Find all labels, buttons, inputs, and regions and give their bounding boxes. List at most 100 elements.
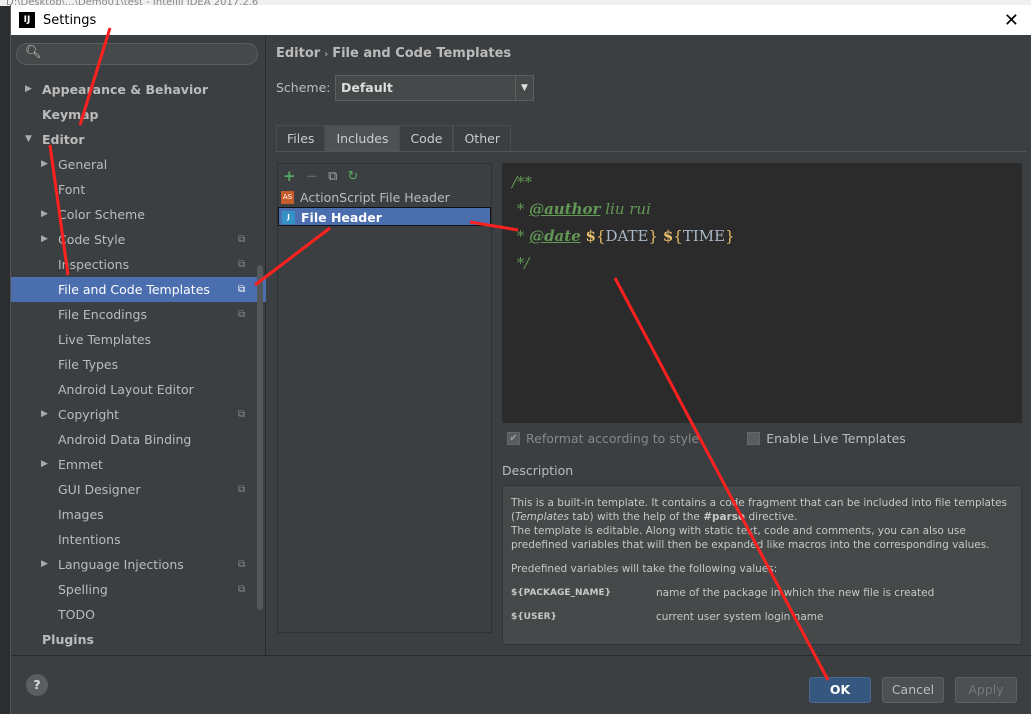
project-scope-icon: ⧉ xyxy=(238,284,246,295)
dialog-footer: ? OK Cancel Apply xyxy=(11,655,1031,714)
sidebar-item-android-data-binding[interactable]: Android Data Binding xyxy=(11,427,266,452)
collapsed-arrow-icon[interactable]: ▶ xyxy=(25,77,32,102)
sidebar-item-android-layout-editor[interactable]: Android Layout Editor xyxy=(11,377,266,402)
breadcrumb-item: File and Code Templates xyxy=(332,46,512,61)
apply-button[interactable]: Apply xyxy=(955,677,1017,703)
sidebar-item-label: TODO xyxy=(58,607,95,622)
sidebar-item-emmet[interactable]: ▶ Emmet xyxy=(11,452,266,477)
collapsed-arrow-icon[interactable]: ▶ xyxy=(41,227,48,252)
sidebar-item-general[interactable]: ▶ General xyxy=(11,152,266,177)
cancel-button[interactable]: Cancel xyxy=(882,677,944,703)
sidebar-item-label: General xyxy=(58,157,108,172)
chevron-down-icon: ▼ xyxy=(515,76,533,100)
title-bar: IJ Settings ✕ xyxy=(11,5,1031,35)
variable-row: ${PACKAGE_NAME} name of the package in wh… xyxy=(511,587,935,599)
collapsed-arrow-icon[interactable]: ▶ xyxy=(41,152,48,177)
expanded-arrow-icon[interactable]: ▼ xyxy=(25,127,32,152)
variable-row: ${USER} current user system login name xyxy=(511,611,824,623)
copy-icon[interactable]: ⧉ xyxy=(328,169,337,184)
sidebar-item-todo[interactable]: TODO xyxy=(11,602,266,627)
template-tabs: Files Includes Code Other xyxy=(276,125,1026,152)
sidebar-item-label: Copyright xyxy=(58,407,120,422)
tab-other[interactable]: Other xyxy=(453,125,511,151)
project-scope-icon: ⧉ xyxy=(238,484,246,495)
sidebar-item-plugins[interactable]: Plugins xyxy=(11,627,266,652)
sidebar-item-live-templates[interactable]: Live Templates xyxy=(11,327,266,352)
template-item-file-header[interactable]: J File Header xyxy=(278,207,491,226)
main-panel: Editor › File and Code Templates Scheme: D… xyxy=(267,35,1031,655)
breadcrumb-item[interactable]: Editor xyxy=(276,46,320,61)
tab-code[interactable]: Code xyxy=(399,125,454,151)
sidebar-item-editor[interactable]: ▼ Editor xyxy=(11,127,266,152)
sidebar-item-label: File Encodings xyxy=(58,307,148,322)
sidebar-item-label: Android Layout Editor xyxy=(58,382,194,397)
close-button[interactable]: ✕ xyxy=(1004,10,1019,31)
template-list-panel: + − ⧉ ↻ AS ActionScript File Header J File… xyxy=(277,163,492,633)
project-scope-icon: ⧉ xyxy=(238,559,246,570)
checkbox-unchecked-icon xyxy=(747,432,761,445)
sidebar-item-label: File Types xyxy=(58,357,119,372)
help-button[interactable]: ? xyxy=(26,674,48,696)
sidebar-item-file-types[interactable]: File Types xyxy=(11,352,266,377)
collapsed-arrow-icon[interactable]: ▶ xyxy=(41,402,48,427)
sidebar-item-label: Color Scheme xyxy=(58,207,145,222)
settings-tree: ▶ Appearance & Behavior Keymap ▼ Editor ▶ Gene… xyxy=(11,77,266,652)
project-scope-icon: ⧉ xyxy=(238,584,246,595)
sidebar-item-font[interactable]: Font xyxy=(11,177,266,202)
sidebar-item-label: Spelling xyxy=(58,582,108,597)
ok-button[interactable]: OK xyxy=(809,677,871,703)
template-toolbar: + − ⧉ ↻ xyxy=(278,164,491,188)
template-item-actionscript-file-header[interactable]: AS ActionScript File Header xyxy=(278,188,491,207)
settings-dialog: IJ Settings ✕ 🔍︎ ▶ Appearance & Behavior K… xyxy=(10,5,1031,714)
sidebar-item-label: Images xyxy=(58,507,104,522)
collapsed-arrow-icon[interactable]: ▶ xyxy=(41,452,48,477)
sidebar-item-file-and-code-templates[interactable]: File and Code Templates ⧉ xyxy=(11,277,266,302)
sidebar-item-label: Inspections xyxy=(58,257,130,272)
project-scope-icon: ⧉ xyxy=(238,409,246,420)
breadcrumb: Editor › File and Code Templates xyxy=(276,46,512,61)
collapsed-arrow-icon[interactable]: ▶ xyxy=(41,552,48,577)
background-ide xyxy=(0,0,10,714)
settings-sidebar: 🔍︎ ▶ Appearance & Behavior Keymap ▼ Editor ▶ G… xyxy=(11,35,266,655)
sidebar-item-images[interactable]: Images xyxy=(11,502,266,527)
sidebar-item-label: Font xyxy=(58,182,86,197)
sidebar-item-label: Editor xyxy=(42,132,85,147)
sidebar-item-copyright[interactable]: ▶ Copyright ⧉ xyxy=(11,402,266,427)
project-scope-icon: ⧉ xyxy=(238,309,246,320)
window-title: Settings xyxy=(43,12,97,28)
sidebar-item-label: File and Code Templates xyxy=(58,282,210,297)
remove-icon[interactable]: − xyxy=(306,167,319,185)
sidebar-scrollbar[interactable] xyxy=(257,265,263,610)
tab-files[interactable]: Files xyxy=(276,125,326,151)
sidebar-item-label: Emmet xyxy=(58,457,103,472)
sidebar-item-label: Android Data Binding xyxy=(58,432,192,447)
java-file-icon: J xyxy=(282,211,295,224)
template-options: ✔ Reformat according to style Enable Live… xyxy=(507,431,906,446)
search-icon: 🔍︎ xyxy=(25,45,42,60)
checkbox-checked-icon: ✔ xyxy=(507,432,520,445)
sidebar-item-label: Live Templates xyxy=(58,332,152,347)
sidebar-item-code-style[interactable]: ▶ Code Style ⧉ xyxy=(11,227,266,252)
sidebar-item-language-injections[interactable]: ▶ Language Injections ⧉ xyxy=(11,552,266,577)
description-label: Description xyxy=(502,463,574,478)
sidebar-item-inspections[interactable]: Inspections ⧉ xyxy=(11,252,266,277)
scheme-select[interactable]: Default ▼ xyxy=(335,75,534,101)
sidebar-item-spelling[interactable]: Spelling ⧉ xyxy=(11,577,266,602)
settings-search-input[interactable]: 🔍︎ xyxy=(16,43,258,65)
sidebar-item-color-scheme[interactable]: ▶ Color Scheme xyxy=(11,202,266,227)
reformat-checkbox[interactable]: ✔ Reformat according to style xyxy=(507,431,699,446)
sidebar-item-appearance-behavior[interactable]: ▶ Appearance & Behavior xyxy=(11,77,266,102)
collapsed-arrow-icon[interactable]: ▶ xyxy=(41,202,48,227)
sidebar-item-file-encodings[interactable]: File Encodings ⧉ xyxy=(11,302,266,327)
sidebar-item-keymap[interactable]: Keymap xyxy=(11,102,266,127)
sidebar-item-label: Intentions xyxy=(58,532,121,547)
sidebar-item-label: GUI Designer xyxy=(58,482,141,497)
sidebar-item-intentions[interactable]: Intentions xyxy=(11,527,266,552)
tab-includes[interactable]: Includes xyxy=(325,125,400,151)
template-code-editor[interactable]: /** * @author liu rui * @date ${DATE} ${… xyxy=(502,163,1022,423)
add-icon[interactable]: + xyxy=(283,167,296,185)
sidebar-item-label: Plugins xyxy=(42,632,94,647)
reset-icon[interactable]: ↻ xyxy=(347,169,358,184)
sidebar-item-gui-designer[interactable]: GUI Designer ⧉ xyxy=(11,477,266,502)
enable-live-templates-checkbox[interactable]: Enable Live Templates xyxy=(747,431,906,446)
